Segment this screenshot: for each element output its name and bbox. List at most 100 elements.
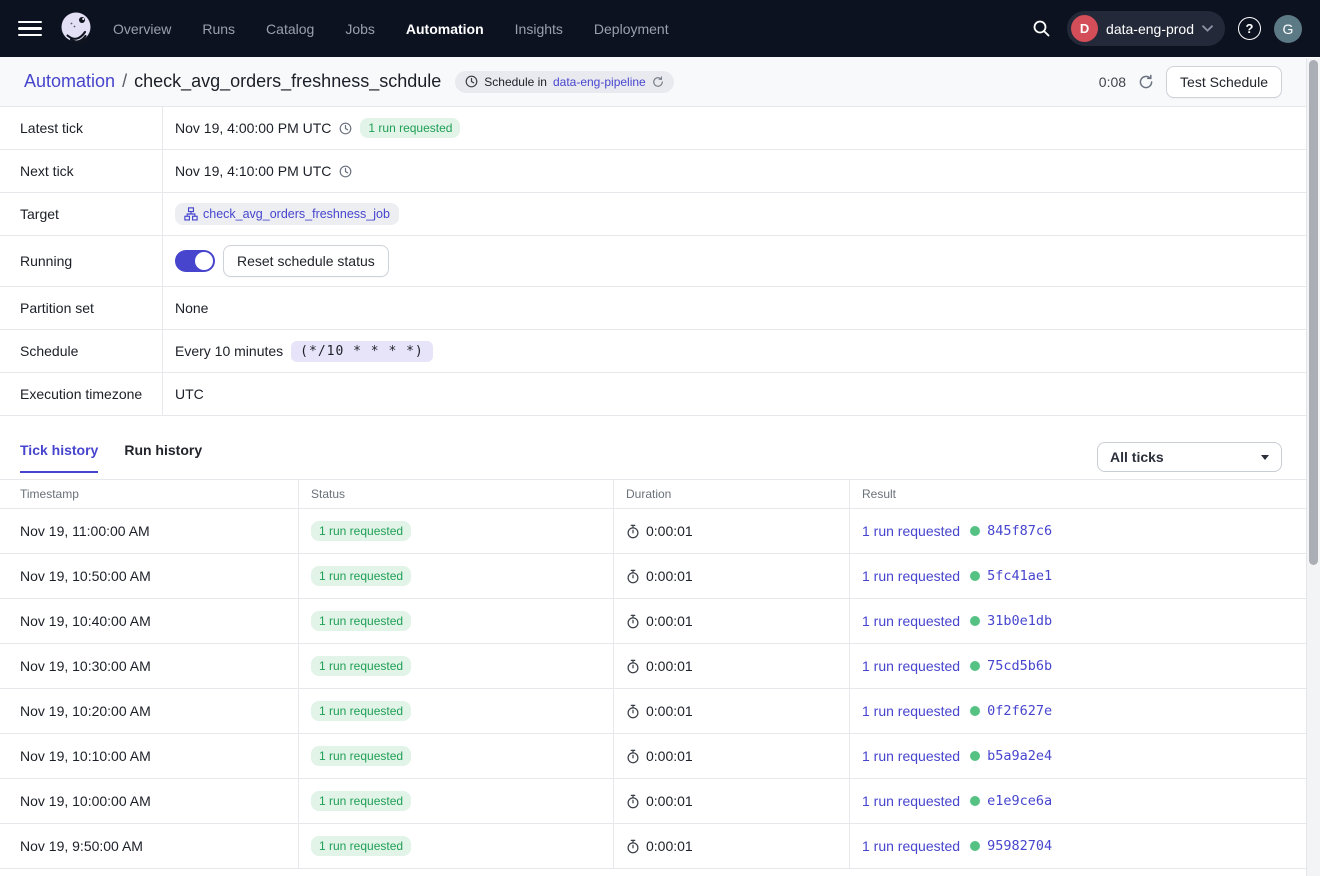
nav-item-insights[interactable]: Insights: [515, 21, 563, 37]
tick-status-badge: 1 run requested: [311, 746, 411, 766]
help-icon[interactable]: ?: [1238, 17, 1261, 40]
tick-row: Nov 19, 10:30:00 AM 1 run requested 0:00…: [0, 644, 1306, 689]
tick-status-badge: 1 run requested: [311, 791, 411, 811]
table-body: Nov 19, 11:00:00 AM 1 run requested 0:00…: [0, 509, 1306, 869]
tick-result-link[interactable]: 1 run requested: [862, 658, 960, 674]
stopwatch-icon: [626, 704, 640, 719]
tick-duration: 0:00:01: [646, 568, 693, 584]
tick-status-badge: 1 run requested: [311, 611, 411, 631]
detail-row-schedule: Schedule Every 10 minutes (*/10 * * * *): [0, 330, 1306, 373]
run-id-link[interactable]: 845f87c6: [987, 523, 1052, 539]
run-status-dot: [970, 526, 980, 536]
tick-result-link[interactable]: 1 run requested: [862, 523, 960, 539]
search-icon[interactable]: [1028, 16, 1054, 42]
tab-run-history[interactable]: Run history: [124, 442, 202, 473]
tick-result-link[interactable]: 1 run requested: [862, 838, 960, 854]
run-id-link[interactable]: 0f2f627e: [987, 703, 1052, 719]
clock-icon: [465, 75, 478, 88]
scrollbar-thumb[interactable]: [1309, 60, 1318, 565]
vertical-scrollbar[interactable]: [1306, 58, 1320, 876]
run-id-link[interactable]: e1e9ce6a: [987, 793, 1052, 809]
column-header-status: Status: [299, 480, 614, 508]
breadcrumb-automation-link[interactable]: Automation: [24, 71, 115, 92]
nav-item-overview[interactable]: Overview: [113, 21, 171, 37]
nav-item-runs[interactable]: Runs: [202, 21, 235, 37]
table-header: Timestamp Status Duration Result: [0, 479, 1306, 509]
detail-label: Execution timezone: [0, 373, 163, 415]
code-location-link[interactable]: data-eng-pipeline: [553, 75, 646, 89]
run-status-dot: [970, 796, 980, 806]
tick-timestamp: Nov 19, 10:00:00 AM: [20, 793, 151, 809]
tick-result-link[interactable]: 1 run requested: [862, 613, 960, 629]
tick-status-badge: 1 run requested: [311, 566, 411, 586]
clock-icon: [339, 122, 352, 135]
menu-icon[interactable]: [18, 21, 42, 37]
cron-expression: (*/10 * * * *): [291, 341, 433, 362]
tick-row: Nov 19, 10:50:00 AM 1 run requested 0:00…: [0, 554, 1306, 599]
detail-label: Latest tick: [0, 107, 163, 149]
dagster-logo[interactable]: [58, 10, 95, 47]
schedule-description: Every 10 minutes: [175, 343, 283, 359]
detail-label: Running: [0, 236, 163, 286]
refresh-countdown: 0:08: [1099, 74, 1126, 90]
avatar[interactable]: G: [1274, 15, 1302, 43]
tick-timestamp: Nov 19, 10:30:00 AM: [20, 658, 151, 674]
refresh-icon[interactable]: [652, 76, 664, 88]
run-id-link[interactable]: 31b0e1db: [987, 613, 1052, 629]
tick-duration: 0:00:01: [646, 523, 693, 539]
column-header-duration: Duration: [614, 480, 850, 508]
tick-timestamp: Nov 19, 11:00:00 AM: [20, 523, 150, 539]
stopwatch-icon: [626, 749, 640, 764]
tick-result-link[interactable]: 1 run requested: [862, 568, 960, 584]
run-id-link[interactable]: 95982704: [987, 838, 1052, 854]
nav-item-deployment[interactable]: Deployment: [594, 21, 669, 37]
tick-row: Nov 19, 10:20:00 AM 1 run requested 0:00…: [0, 689, 1306, 734]
tick-filter-value: All ticks: [1110, 449, 1164, 465]
chevron-down-icon: [1202, 25, 1213, 32]
run-status-dot: [970, 706, 980, 716]
page-title: check_avg_orders_freshness_schdule: [134, 71, 441, 92]
detail-row-partition-set: Partition set None: [0, 287, 1306, 330]
tick-status-badge: 1 run requested: [311, 836, 411, 856]
tick-result-link[interactable]: 1 run requested: [862, 703, 960, 719]
running-toggle[interactable]: [175, 250, 215, 272]
test-schedule-button[interactable]: Test Schedule: [1166, 66, 1282, 98]
tick-result-link[interactable]: 1 run requested: [862, 793, 960, 809]
tick-duration: 0:00:01: [646, 613, 693, 629]
detail-row-target: Target check_avg_orders_freshness_job: [0, 193, 1306, 236]
tick-duration: 0:00:01: [646, 658, 693, 674]
tick-timestamp: Nov 19, 9:50:00 AM: [20, 838, 143, 854]
run-id-link[interactable]: 75cd5b6b: [987, 658, 1052, 674]
tick-row: Nov 19, 10:00:00 AM 1 run requested 0:00…: [0, 779, 1306, 824]
tick-filter-select[interactable]: All ticks: [1097, 442, 1282, 472]
tick-history-table: Timestamp Status Duration Result Nov 19,…: [0, 479, 1306, 869]
tick-status-badge: 1 run requested: [311, 656, 411, 676]
stopwatch-icon: [626, 524, 640, 539]
badge-prefix: Schedule in: [484, 75, 547, 89]
nav-item-automation[interactable]: Automation: [406, 21, 484, 37]
reset-schedule-status-button[interactable]: Reset schedule status: [223, 245, 389, 277]
stopwatch-icon: [626, 569, 640, 584]
tick-timestamp: Nov 19, 10:20:00 AM: [20, 703, 151, 719]
tick-result-link[interactable]: 1 run requested: [862, 748, 960, 764]
tick-duration: 0:00:01: [646, 793, 693, 809]
detail-label: Next tick: [0, 150, 163, 192]
chevron-down-icon: [1261, 455, 1269, 460]
history-tabs-bar: Tick history Run history All ticks: [0, 416, 1306, 473]
workspace-switcher[interactable]: D data-eng-prod: [1067, 11, 1225, 46]
target-job-link[interactable]: check_avg_orders_freshness_job: [175, 203, 399, 225]
detail-label: Target: [0, 193, 163, 235]
page-header: Automation / check_avg_orders_freshness_…: [0, 57, 1306, 107]
schedule-details: Latest tick Nov 19, 4:00:00 PM UTC 1 run…: [0, 107, 1306, 416]
refresh-icon[interactable]: [1138, 74, 1154, 90]
nav-item-catalog[interactable]: Catalog: [266, 21, 314, 37]
column-header-result: Result: [850, 480, 1306, 508]
nav-item-jobs[interactable]: Jobs: [345, 21, 375, 37]
tick-timestamp: Nov 19, 10:40:00 AM: [20, 613, 151, 629]
tab-tick-history[interactable]: Tick history: [20, 442, 98, 473]
stopwatch-icon: [626, 659, 640, 674]
breadcrumb-separator: /: [122, 71, 127, 92]
run-id-link[interactable]: b5a9a2e4: [987, 748, 1052, 764]
run-id-link[interactable]: 5fc41ae1: [987, 568, 1052, 584]
tick-timestamp: Nov 19, 10:10:00 AM: [20, 748, 151, 764]
